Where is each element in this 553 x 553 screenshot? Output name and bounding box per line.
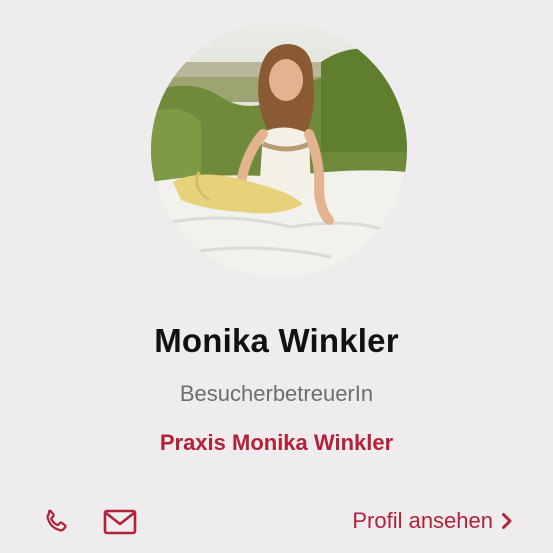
person-name: Monika Winkler [154,322,399,359]
email-button[interactable] [102,505,138,539]
phone-button[interactable] [38,505,74,539]
card-actions: Profil ansehen [0,500,553,544]
view-profile-link[interactable]: Profil ansehen [352,508,513,534]
person-role: BesucherbetreuerIn [179,381,374,406]
mail-icon [103,509,137,535]
phone-icon [46,509,67,532]
view-profile-label: Profil ansehen [352,508,493,533]
chevron-right-icon [501,512,513,530]
organization-name[interactable]: Praxis Monika Winkler [0,430,553,456]
person-card: Monika Winkler BesucherbetreuerIn Praxis… [0,0,553,553]
profile-photo [151,22,407,278]
